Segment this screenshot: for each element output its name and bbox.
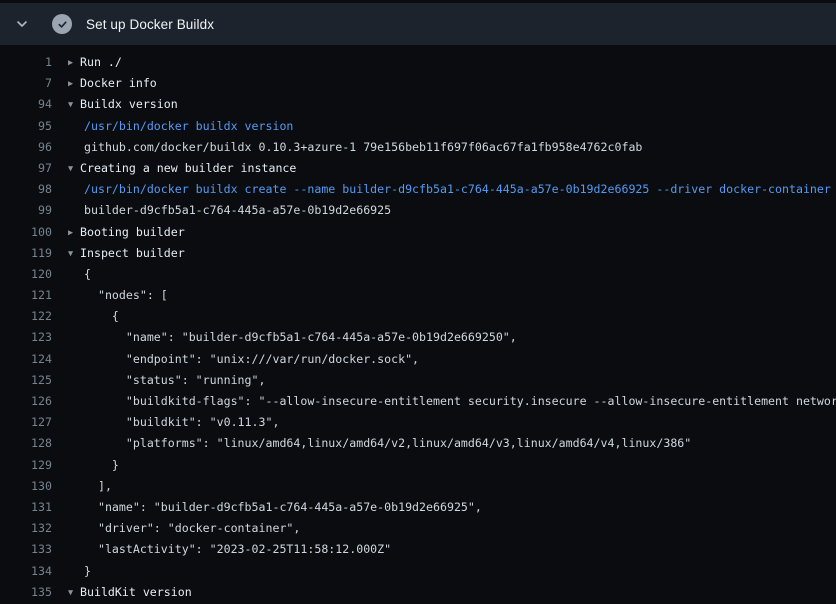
output-text: { xyxy=(68,306,119,327)
line-number[interactable]: 120 xyxy=(0,264,52,285)
output-text: } xyxy=(68,561,91,582)
command-text: /usr/bin/docker buildx create --name bui… xyxy=(68,179,831,200)
step-header[interactable]: Set up Docker Buildx xyxy=(0,3,836,45)
line-number[interactable]: 127 xyxy=(0,412,52,433)
group-title[interactable]: BuildKit version xyxy=(80,585,192,599)
log-line: 120 { xyxy=(0,264,836,285)
output-text: "nodes": [ xyxy=(68,285,168,306)
log-line: 134} xyxy=(0,561,836,582)
line-number[interactable]: 132 xyxy=(0,518,52,539)
line-number[interactable]: 95 xyxy=(0,116,52,137)
output-text: ], xyxy=(68,476,112,497)
command-text: /usr/bin/docker buildx version xyxy=(68,116,293,137)
line-number[interactable]: 122 xyxy=(0,306,52,327)
line-number[interactable]: 99 xyxy=(0,200,52,221)
line-number[interactable]: 123 xyxy=(0,327,52,348)
log-line: 122 { xyxy=(0,306,836,327)
output-text: "driver": "docker-container", xyxy=(68,518,300,539)
log-line: 124 "endpoint": "unix:///var/run/docker.… xyxy=(0,349,836,370)
line-number[interactable]: 129 xyxy=(0,455,52,476)
output-text: "name": "builder-d9cfb5a1-c764-445a-a57e… xyxy=(68,497,482,518)
log-line: 99 builder-d9cfb5a1-c764-445a-a57e-0b19d2… xyxy=(0,200,836,221)
output-text: "buildkit": "v0.11.3", xyxy=(68,412,279,433)
log-lines: 1▶Run ./7▶Docker info94▼Buildx version95… xyxy=(0,45,836,604)
output-text: builder-d9cfb5a1-c764-445a-a57e-0b19d2e6… xyxy=(68,200,391,221)
line-number[interactable]: 94 xyxy=(0,94,52,115)
log-line[interactable]: 94 ▼Buildx version xyxy=(0,94,836,115)
triangle-expanded-icon[interactable]: ▼ xyxy=(68,159,80,179)
line-number[interactable]: 130 xyxy=(0,476,52,497)
group-title[interactable]: Run ./ xyxy=(80,55,122,69)
group-title[interactable]: Booting builder xyxy=(80,225,185,239)
line-number[interactable]: 133 xyxy=(0,539,52,560)
line-number[interactable]: 97 xyxy=(0,158,52,179)
log-line: 127 "buildkit": "v0.11.3", xyxy=(0,412,836,433)
group-title[interactable]: Inspect builder xyxy=(80,246,185,260)
line-number[interactable]: 119 xyxy=(0,243,52,264)
log-line[interactable]: 7 ▶Docker info xyxy=(0,73,836,94)
log-line: 95/usr/bin/docker buildx version xyxy=(0,116,836,137)
line-number[interactable]: 126 xyxy=(0,391,52,412)
output-text: "endpoint": "unix:///var/run/docker.sock… xyxy=(68,349,419,370)
output-text: "buildkitd-flags": "--allow-insecure-ent… xyxy=(68,391,836,412)
log-line[interactable]: 1 ▶Run ./ xyxy=(0,52,836,73)
triangle-collapsed-icon[interactable]: ▶ xyxy=(68,74,80,94)
line-number[interactable]: 128 xyxy=(0,433,52,454)
line-number[interactable]: 96 xyxy=(0,137,52,158)
line-number[interactable]: 125 xyxy=(0,370,52,391)
output-text: github.com/docker/buildx 0.10.3+azure-1 … xyxy=(68,137,642,158)
group-title[interactable]: Buildx version xyxy=(80,97,178,111)
log-line[interactable]: 97 ▼Creating a new builder instance xyxy=(0,158,836,179)
triangle-collapsed-icon[interactable]: ▶ xyxy=(68,53,80,73)
log-line: 123 "name": "builder-d9cfb5a1-c764-445a-… xyxy=(0,327,836,348)
triangle-expanded-icon[interactable]: ▼ xyxy=(68,583,80,603)
log-line: 129 } xyxy=(0,455,836,476)
line-number[interactable]: 134 xyxy=(0,561,52,582)
output-text: "platforms": "linux/amd64,linux/amd64/v2… xyxy=(68,433,691,454)
output-text: "name": "builder-d9cfb5a1-c764-445a-a57e… xyxy=(68,327,517,348)
output-text: { xyxy=(68,264,91,285)
log-line[interactable]: 119 ▼Inspect builder xyxy=(0,243,836,264)
line-number[interactable]: 135 xyxy=(0,582,52,603)
log-line[interactable]: 135 ▼BuildKit version xyxy=(0,582,836,603)
line-number[interactable]: 1 xyxy=(0,52,52,73)
line-number[interactable]: 7 xyxy=(0,73,52,94)
log-line: 132 "driver": "docker-container", xyxy=(0,518,836,539)
log-line: 133 "lastActivity": "2023-02-25T11:58:12… xyxy=(0,539,836,560)
log-line[interactable]: 100 ▶Booting builder xyxy=(0,222,836,243)
log-line: 131 "name": "builder-d9cfb5a1-c764-445a-… xyxy=(0,497,836,518)
log-line: 96 github.com/docker/buildx 0.10.3+azure-… xyxy=(0,137,836,158)
log-line: 98/usr/bin/docker buildx create --name b… xyxy=(0,179,836,200)
log-line: 128 "platforms": "linux/amd64,linux/amd6… xyxy=(0,433,836,454)
log-line: 121 "nodes": [ xyxy=(0,285,836,306)
triangle-collapsed-icon[interactable]: ▶ xyxy=(68,223,80,243)
check-circle-icon xyxy=(52,14,72,34)
log-line: 126 "buildkitd-flags": "--allow-insecure… xyxy=(0,391,836,412)
line-number[interactable]: 100 xyxy=(0,222,52,243)
output-text: "status": "running", xyxy=(68,370,265,391)
output-text: } xyxy=(68,455,119,476)
triangle-expanded-icon[interactable]: ▼ xyxy=(68,95,80,115)
step-title: Set up Docker Buildx xyxy=(86,17,214,32)
group-title[interactable]: Creating a new builder instance xyxy=(80,161,296,175)
line-number[interactable]: 121 xyxy=(0,285,52,306)
log-line: 125 "status": "running", xyxy=(0,370,836,391)
group-title[interactable]: Docker info xyxy=(80,76,157,90)
line-number[interactable]: 131 xyxy=(0,497,52,518)
triangle-expanded-icon[interactable]: ▼ xyxy=(68,244,80,264)
line-number[interactable]: 124 xyxy=(0,349,52,370)
line-number[interactable]: 98 xyxy=(0,179,52,200)
output-text: "lastActivity": "2023-02-25T11:58:12.000… xyxy=(68,539,391,560)
chevron-down-icon[interactable] xyxy=(14,16,30,32)
log-line: 130 ], xyxy=(0,476,836,497)
